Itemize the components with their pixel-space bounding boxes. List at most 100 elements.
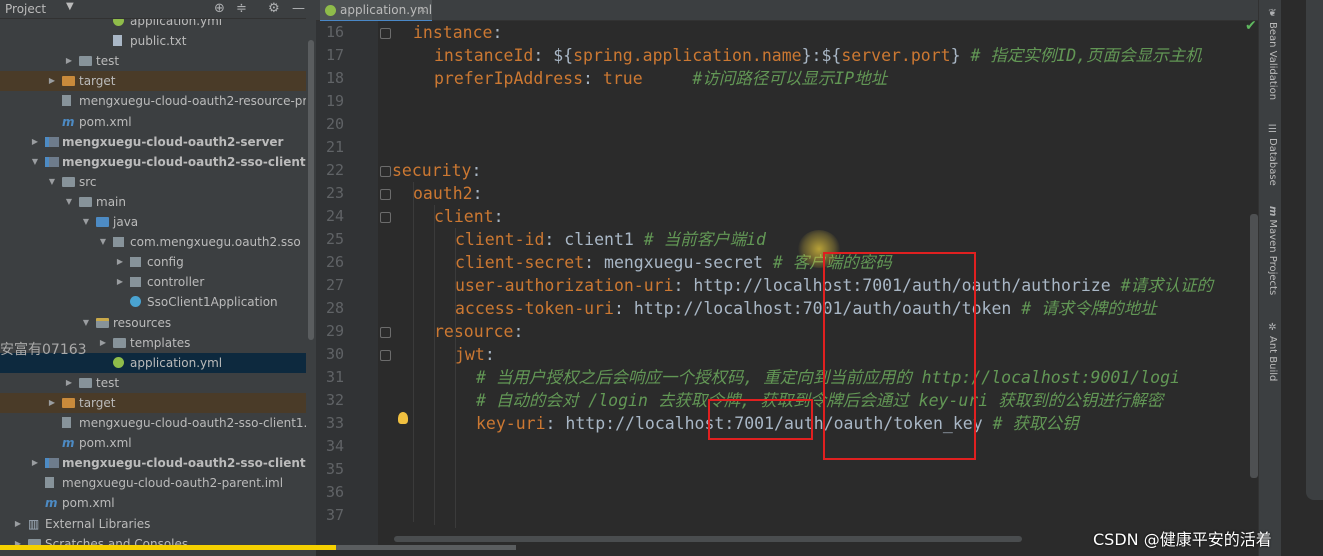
tree-item[interactable]: ▼ main [0,192,316,212]
gear-icon[interactable]: ⚙ [268,1,280,16]
tree-item[interactable]: ▼ mengxuegu-cloud-oauth2-sso-client1 [0,152,316,172]
watermark-overlay: 安富有07163 [0,342,87,358]
outer-window-panel [1306,0,1323,500]
tree-item[interactable]: m pom.xml [0,112,316,132]
project-panel-title[interactable]: Project [5,2,46,16]
line-number: 28 [325,299,344,317]
tree-item[interactable]: m pom.xml [0,493,316,513]
chevron-right-icon[interactable]: ▶ [115,272,125,292]
inspection-ok-icon[interactable]: ✔ [1245,18,1257,34]
fold-marker-icon[interactable] [380,212,391,223]
yaml-key: jwt [455,345,485,364]
code-line[interactable]: preferIpAddress: true #访问路径可以显示IP地址 [434,67,887,90]
project-panel-header: Project ▼ ⊕ ≑ ⚙ — [0,0,316,19]
chevron-right-icon[interactable]: ▶ [47,393,57,413]
tool-maven-projects[interactable]: m Maven Projects [1262,206,1278,295]
chevron-right-icon[interactable]: ▶ [30,132,40,152]
tool-database[interactable]: ☰ Database [1262,124,1278,186]
maven-icon: m [1267,206,1278,217]
tree-item[interactable]: ▶ controller [0,272,316,292]
close-icon[interactable]: × [418,0,427,20]
indent-guide [413,182,414,522]
chevron-right-icon[interactable]: ▶ [13,514,23,534]
iml-file-icon [45,477,54,489]
chevron-down-icon[interactable]: ▼ [30,152,40,172]
tree-item[interactable]: ▼ src [0,172,316,192]
yaml-value: : [493,207,504,226]
chevron-right-icon[interactable]: ▶ [98,333,108,353]
editor-horizontal-scrollbar-thumb[interactable] [394,536,1022,542]
tree-item[interactable]: ▶ ▥ External Libraries [0,514,316,534]
tree-item[interactable]: m pom.xml [0,433,316,453]
fold-marker-icon[interactable] [380,166,391,177]
code-line[interactable]: # 自动的会对 /login 去获取令牌, 获取到令牌后会通过 key-uri … [476,389,1163,412]
code-line[interactable]: client: [434,205,504,228]
code-line[interactable]: oauth2: [413,182,483,205]
tree-item[interactable]: ▼ com.mengxuegu.oauth2.sso [0,232,316,252]
code-line[interactable]: instanceId: ${spring.application.name}:$… [434,44,1202,67]
yaml-value: : ${ [533,46,574,65]
tree-item[interactable]: ▶ Scratches and Consoles [0,534,316,554]
chevron-right-icon[interactable]: ▶ [64,373,74,393]
chevron-right-icon[interactable]: ▶ [64,51,74,71]
code-line[interactable]: jwt: [455,343,495,366]
tree-item[interactable]: mengxuegu-cloud-oauth2-sso-client1.iml [0,413,316,433]
locate-icon[interactable]: ⊕ [214,1,225,16]
code-line[interactable]: resource: [434,320,523,343]
tree-item[interactable]: ▶ mengxuegu-cloud-oauth2-server [0,132,316,152]
tree-item[interactable]: public.txt [0,31,316,51]
code-line[interactable]: instance: [413,21,502,44]
tree-item[interactable]: ▶ mengxuegu-cloud-oauth2-sso-client2 [0,453,316,473]
fold-marker-icon[interactable] [380,327,391,338]
tree-item[interactable]: SsoClient1Application [0,292,316,312]
chevron-down-icon[interactable]: ▼ [66,1,74,12]
tree-item[interactable]: ▶ test [0,373,316,393]
csdn-watermark: CSDN @健康平安的活着 [1093,530,1272,549]
tree-item[interactable]: ▶ target [0,392,316,413]
tool-ant-build[interactable]: ✲ Ant Build [1262,322,1278,381]
tree-item[interactable]: ▼ java [0,212,316,232]
code-line[interactable]: access-token-uri: http://localhost:7001/… [455,297,1157,320]
editor-vertical-scrollbar[interactable] [1250,214,1258,478]
tool-bean-validation[interactable]: ❦ Bean Validation [1262,8,1278,100]
folder-icon [113,337,126,348]
hide-panel-icon[interactable]: — [292,1,305,16]
libraries-icon: ▥ [28,516,40,531]
lightbulb-icon[interactable] [398,412,408,424]
tree-item[interactable]: ▶ target [0,71,316,92]
fold-marker-icon[interactable] [380,189,391,200]
tab-application-yml[interactable]: application.yml × [320,0,432,22]
yaml-key: instance [413,23,493,42]
fold-marker-icon[interactable] [380,28,391,39]
chevron-right-icon[interactable]: ▶ [47,71,57,91]
project-panel: application.yml public.txt ▶ test ▶ target men… [0,0,316,556]
code-line[interactable]: security: [392,159,481,182]
tree-item-label: mengxuegu-cloud-oauth2-parent.iml [62,476,284,491]
chevron-down-icon[interactable]: ▼ [64,192,74,212]
tree-item[interactable]: mengxuegu-cloud-oauth2-resource-product.… [0,91,316,111]
fold-marker-icon[interactable] [380,350,391,361]
tree-item[interactable]: ▶ config [0,252,316,272]
chevron-down-icon[interactable]: ▼ [81,212,91,232]
chevron-right-icon[interactable]: ▶ [115,252,125,272]
tree-item-label: controller [147,275,205,290]
tree-item[interactable]: mengxuegu-cloud-oauth2-parent.iml [0,473,316,493]
chevron-right-icon[interactable]: ▶ [30,453,40,473]
annotation-box [823,252,976,460]
orange-folder-icon [62,397,75,408]
tree-item[interactable]: ▶ test [0,51,316,71]
collapse-all-icon[interactable]: ≑ [236,1,247,16]
line-number: 30 [325,345,344,363]
chevron-down-icon[interactable]: ▼ [47,172,57,192]
tree-item-label: Scratches and Consoles [45,536,189,551]
folder-icon [79,56,92,67]
package-icon [113,237,124,248]
yaml-value: : [471,161,482,180]
chevron-down-icon[interactable]: ▼ [98,232,108,252]
chevron-right-icon[interactable]: ▶ [13,534,23,554]
code-line[interactable]: client-id: client1 # 当前客户端id [455,228,766,251]
tree-item[interactable]: ▼ resources [0,313,316,333]
spring-class-icon [130,296,141,308]
project-scrollbar-thumb[interactable] [308,40,314,340]
chevron-down-icon[interactable]: ▼ [81,313,91,333]
